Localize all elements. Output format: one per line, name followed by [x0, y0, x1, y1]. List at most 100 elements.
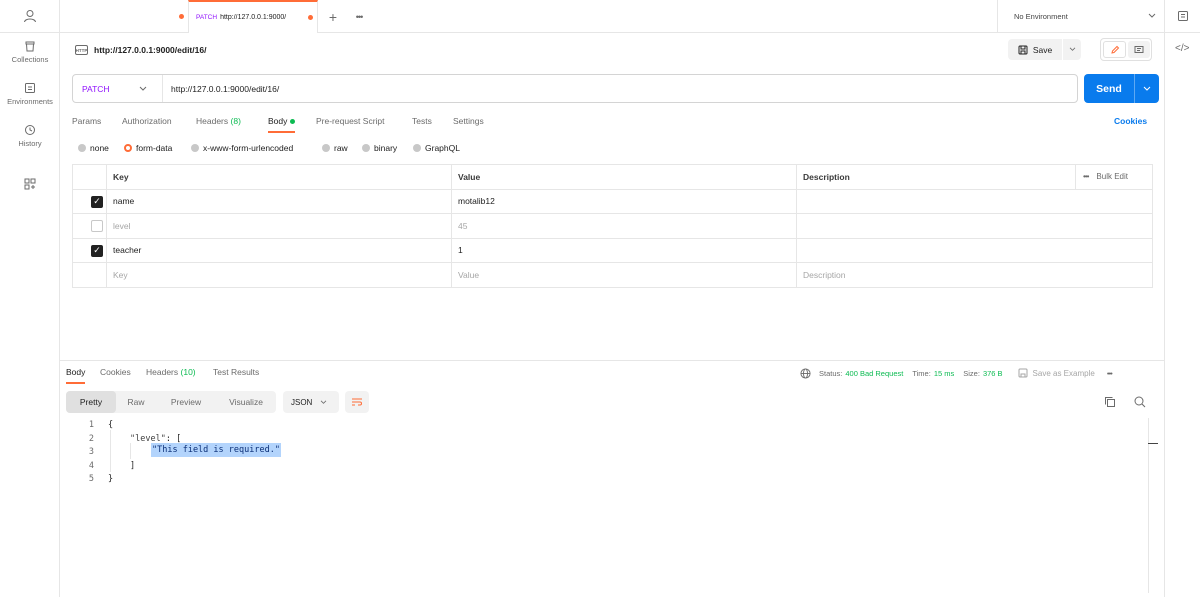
row-description[interactable]	[796, 239, 803, 263]
tab-settings[interactable]: Settings	[453, 116, 484, 132]
copy-icon[interactable]	[1104, 396, 1116, 410]
save-as-example-button[interactable]: Save as Example	[1033, 369, 1095, 378]
sidebar-item-history[interactable]: History	[0, 124, 60, 148]
response-tab-cookies[interactable]: Cookies	[100, 367, 131, 383]
bulk-edit-label: Bulk Edit	[1096, 172, 1128, 182]
checkmark-icon: ✓	[93, 245, 101, 255]
response-divider[interactable]	[60, 360, 1164, 361]
radio-urlencoded[interactable]: x-www-form-urlencoded	[191, 143, 293, 153]
save-label: Save	[1032, 44, 1053, 55]
request-title[interactable]: http://127.0.0.1:9000/edit/16/	[94, 45, 206, 55]
tab-authorization[interactable]: Authorization	[122, 116, 172, 132]
checkmark-icon: ✓	[93, 196, 101, 206]
column-header-value: Value	[458, 171, 481, 182]
format-select[interactable]: JSON	[283, 391, 339, 413]
radio-binary[interactable]: binary	[362, 143, 397, 153]
more-icon: •••	[355, 11, 364, 22]
edit-pencil-button[interactable]	[1103, 41, 1126, 58]
collections-icon	[25, 41, 35, 52]
user-icon[interactable]	[0, 9, 60, 26]
radio-none[interactable]: none	[78, 143, 109, 153]
row-value[interactable]: 45	[451, 214, 467, 238]
more-icon[interactable]: •••	[1107, 369, 1113, 378]
left-sidebar: Collections Environments History	[0, 0, 60, 597]
environment-quick-look-button[interactable]	[1164, 0, 1200, 33]
size-value[interactable]: 376 B	[983, 369, 1003, 378]
tab-body[interactable]: Body	[268, 116, 296, 133]
radio-raw[interactable]: raw	[322, 143, 348, 153]
row-key[interactable]: name	[106, 190, 134, 214]
tab-headers[interactable]: Headers (8)	[196, 116, 241, 132]
tab-tests[interactable]: Tests	[412, 116, 432, 132]
configure-sidebar-button[interactable]	[0, 178, 60, 193]
http-icon: HTTP	[75, 45, 88, 55]
save-button[interactable]: Save	[1008, 39, 1062, 60]
row-key[interactable]: level	[106, 214, 130, 238]
view-visualize[interactable]: Visualize	[216, 391, 276, 413]
send-button[interactable]: Send	[1084, 74, 1159, 103]
response-tab-headers[interactable]: Headers (10)	[146, 367, 196, 383]
tab-pre-request-script[interactable]: Pre-request Script	[316, 116, 385, 132]
new-tab-button[interactable]: +	[326, 0, 340, 33]
wrap-lines-button[interactable]	[345, 391, 369, 413]
row-key[interactable]: teacher	[106, 239, 141, 263]
environment-quick-look-icon	[1177, 11, 1188, 21]
save-icon	[1018, 45, 1028, 54]
new-value-input[interactable]: Value	[451, 263, 479, 288]
row-description[interactable]	[796, 214, 803, 238]
line-number: 5	[88, 474, 94, 484]
radio-circle	[78, 144, 86, 152]
response-tab-body[interactable]: Body	[66, 367, 86, 384]
code-scrollbar[interactable]	[1148, 418, 1149, 593]
status-value[interactable]: 400 Bad Request	[845, 369, 903, 378]
size-label: Size:	[963, 368, 980, 378]
time-value[interactable]: 15 ms	[934, 369, 954, 378]
table-row-placeholder: Key Value Description	[73, 263, 1152, 288]
radio-form-data[interactable]: form-data	[124, 143, 172, 153]
sidebar-item-label: Collections	[11, 55, 49, 64]
more-icon[interactable]: •••	[1083, 172, 1089, 181]
row-value[interactable]: 1	[451, 239, 463, 263]
row-checkbox[interactable]	[91, 220, 103, 232]
row-value[interactable]: motalib12	[451, 190, 495, 214]
cookies-link[interactable]: Cookies	[1114, 116, 1147, 126]
view-preview[interactable]: Preview	[157, 391, 215, 413]
code-snippet-icon[interactable]: </>	[1175, 43, 1189, 54]
new-key-input[interactable]: Key	[106, 263, 128, 288]
row-checkbox[interactable]: ✓	[91, 244, 103, 257]
comments-button[interactable]	[1128, 41, 1150, 58]
bulk-edit-button[interactable]: ••• Bulk Edit	[1076, 165, 1128, 189]
search-icon[interactable]	[1134, 396, 1146, 410]
view-pretty[interactable]: Pretty	[66, 391, 116, 413]
url-input[interactable]: http://127.0.0.1:9000/edit/16/	[163, 84, 279, 94]
chevron-down-icon[interactable]	[1143, 86, 1151, 92]
unsaved-dot-icon	[178, 14, 184, 19]
tab-body-label: Body	[268, 116, 288, 126]
tab-request-active[interactable]: PATCH http://127.0.0.1:9000/	[188, 0, 318, 33]
environment-label: No Environment	[1014, 12, 1068, 21]
code-line: ]	[130, 461, 136, 471]
save-options-button[interactable]	[1063, 39, 1081, 60]
code-line: "This field is required."	[151, 443, 281, 457]
view-raw[interactable]: Raw	[116, 391, 156, 413]
radio-graphql[interactable]: GraphQL	[413, 143, 460, 153]
tab-method: PATCH	[196, 14, 218, 21]
environment-selector[interactable]: No Environment	[997, 0, 1164, 33]
response-view-mode: Pretty Raw Preview Visualize	[66, 391, 276, 413]
method-select[interactable]: PATCH	[73, 75, 163, 102]
row-checkbox[interactable]: ✓	[91, 195, 103, 208]
tab-params[interactable]: Params	[72, 116, 101, 132]
plus-icon: +	[328, 8, 338, 25]
response-tab-test-results[interactable]: Test Results	[213, 367, 259, 383]
sidebar-item-environments[interactable]: Environments	[0, 82, 60, 106]
row-description[interactable]	[796, 190, 803, 214]
sidebar-item-collections[interactable]: Collections	[0, 40, 60, 64]
response-tab-headers-label: Headers	[146, 367, 179, 377]
tab-title: http://127.0.0.1:9000/	[220, 14, 287, 21]
tab-headers-count: (8)	[230, 116, 241, 126]
scroll-position-marker	[1148, 443, 1158, 444]
tab-options-button[interactable]: •••	[352, 0, 366, 33]
globe-icon[interactable]	[800, 367, 811, 379]
unsaved-tab-indicator[interactable]	[175, 0, 187, 33]
new-description-input[interactable]: Description	[796, 263, 846, 288]
